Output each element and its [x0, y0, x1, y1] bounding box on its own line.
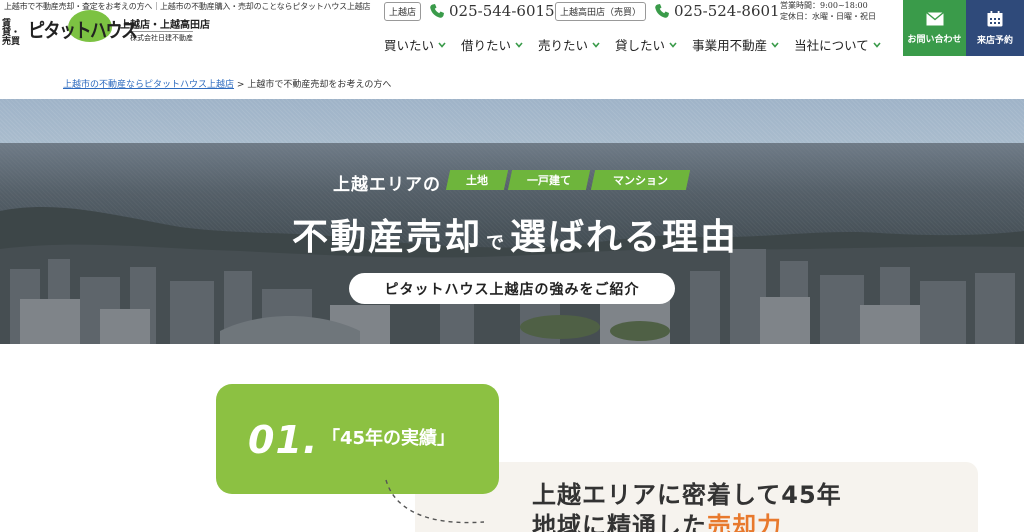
- headline-prefix: 地域に精通した: [532, 512, 707, 532]
- point-headline-1: 上越エリアに密着して45年: [532, 481, 842, 509]
- main-nav: 買いたい 借りたい 売りたい 貸したい 事業用不動産 当社について: [384, 35, 896, 54]
- site-header: 上越市で不動産売却・査定をお考えの方へ｜上越市の不動産購入・売却のことならピタッ…: [0, 0, 1024, 60]
- hero-tag-mansion: マンション: [590, 170, 691, 190]
- phone-icon: [655, 4, 670, 18]
- business-hours: 営業時間：9:00~18:00 定休日：水曜・日曜・祝日: [780, 0, 876, 22]
- phone-store-tag: 上越店: [384, 1, 422, 21]
- nav-business[interactable]: 事業用不動産: [692, 35, 779, 54]
- nav-label: 事業用不動産: [692, 38, 768, 53]
- contact-button[interactable]: お問い合わせ: [903, 0, 966, 56]
- phone-store-tag: 上越高田店（売買）: [555, 1, 647, 21]
- hero-area-text: 上越エリアの: [333, 175, 441, 195]
- phone-joetsu[interactable]: 上越店 025-544-6015: [384, 1, 555, 21]
- chevron-down-icon: [592, 41, 600, 48]
- visit-label: 来店予約: [976, 35, 1013, 46]
- chevron-down-icon: [515, 41, 523, 48]
- mail-icon: [925, 11, 944, 25]
- phone-icon: [430, 4, 445, 18]
- chevron-down-icon: [873, 41, 881, 48]
- nav-label: 当社について: [794, 38, 869, 53]
- hero-title-part2: 選ばれる理由: [510, 217, 739, 258]
- visit-reservation-button[interactable]: 来店予約: [966, 0, 1024, 56]
- nav-label: 借りたい: [461, 38, 512, 53]
- phone-number: 025-544-6015: [449, 2, 555, 20]
- nav-rent[interactable]: 借りたい: [461, 35, 523, 54]
- holiday-line: 定休日：水曜・日曜・祝日: [780, 12, 876, 21]
- tag-label: マンション: [613, 174, 668, 187]
- site-logo[interactable]: 賃貸・売買 ピタットハウス 上越店・上越高田店 株式会社日建不動産: [2, 10, 212, 47]
- logo-brand-text: ピタットハウス: [28, 19, 138, 43]
- calendar-icon: [987, 10, 1003, 26]
- hero-tag-house: 一戸建て: [507, 170, 591, 190]
- headline-accent: 売却力: [707, 512, 782, 532]
- chevron-down-icon: [438, 41, 446, 48]
- breadcrumb: 上越市の不動産ならピタットハウス上越店 > 上越市で不動産売却をお考えの方へ: [63, 77, 391, 90]
- hero-title: 不動産売却で選ばれる理由: [292, 208, 738, 260]
- chevron-down-icon: [669, 41, 677, 48]
- point-label: 「45年の実績」: [322, 428, 456, 449]
- tag-label: 土地: [466, 174, 488, 187]
- breadcrumb-separator: >: [236, 80, 245, 90]
- nav-lease[interactable]: 貸したい: [615, 35, 677, 54]
- point-headline-2: 地域に精通した売却力: [532, 506, 782, 532]
- chevron-down-icon: [771, 41, 779, 48]
- nav-buy[interactable]: 買いたい: [384, 35, 446, 54]
- contact-label: お問い合わせ: [907, 34, 962, 45]
- hours-line: 営業時間：9:00~18:00: [780, 1, 868, 10]
- hero-title-connector: で: [486, 233, 507, 254]
- phone-number: 025-524-8601: [674, 2, 780, 20]
- hero-subtitle-pill: ピタットハウス上越店の強みをご紹介: [349, 273, 675, 304]
- nav-label: 売りたい: [538, 38, 589, 53]
- nav-sell[interactable]: 売りたい: [538, 35, 600, 54]
- logo-sub-text: 賃貸・売買: [2, 19, 21, 47]
- point-number: 01.: [248, 418, 319, 462]
- decorative-dashed-curve: [385, 479, 485, 524]
- tag-label: 一戸建て: [527, 174, 571, 187]
- phone-takada[interactable]: 上越高田店（売買） 025-524-8601: [555, 1, 780, 21]
- nav-about[interactable]: 当社について: [794, 35, 881, 54]
- hero-title-part1: 不動産売却: [292, 217, 483, 258]
- breadcrumb-current: 上越市で不動産売却をお考えの方へ: [247, 80, 392, 90]
- nav-label: 貸したい: [615, 38, 666, 53]
- breadcrumb-home-link[interactable]: 上越市の不動産ならピタットハウス上越店: [63, 80, 234, 90]
- logo-company-name: 株式会社日建不動産: [130, 31, 193, 43]
- hero-tag-land: 土地: [445, 170, 509, 190]
- nav-label: 買いたい: [384, 38, 435, 53]
